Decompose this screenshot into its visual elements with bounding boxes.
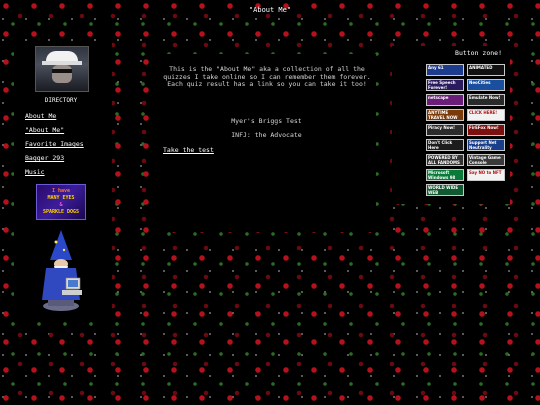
take-test-link[interactable]: Take the test [163, 146, 214, 154]
nav-link-about-me-quoted[interactable]: "About Me" [25, 126, 64, 134]
web-button-1[interactable]: Any 61 [426, 64, 464, 76]
web-button-6[interactable]: Emulate Now! [467, 94, 505, 106]
web-button-10[interactable]: FirEFox Now! [467, 124, 505, 136]
main-content: This is the "About Me" aka a collection … [157, 54, 376, 232]
web-button-15[interactable]: Microsoft Windows 98 [426, 169, 464, 181]
web-button-17[interactable]: WORLD WIDE WEB [426, 184, 464, 196]
wizard-computer-icon [42, 230, 82, 311]
web-button-14[interactable]: Vintage Game Console [467, 154, 505, 166]
badge-line: MANY EYES [47, 195, 75, 201]
page-title: "About Me" [248, 6, 292, 14]
web-button-5[interactable]: netscape [426, 94, 464, 106]
web-button-7[interactable]: ANYTIME TRAVEL NOW [426, 109, 464, 121]
intro-text: This is the "About Me" aka a collection … [163, 65, 371, 89]
nav-link-favorite-images[interactable]: Favorite Images [25, 140, 84, 148]
web-button-2[interactable]: ANIMATED [467, 64, 505, 76]
badge-line: & [59, 202, 63, 208]
test-result: INFJ: the Advocate [231, 131, 302, 139]
nav-link-bagger-293[interactable]: Bagger 293 [25, 154, 64, 162]
button-zone: Button zone! Any 61 ANIMATED Free Speech F… [392, 46, 510, 204]
web-button-11[interactable]: Don't Click Here [426, 139, 464, 151]
nav-link-music[interactable]: Music [25, 168, 45, 176]
web-button-9[interactable]: Piracy Now! [426, 124, 464, 136]
directory-heading: DIRECTORY [44, 97, 78, 104]
sparkle-dogs-badge: I have MANY EYES & SPARKLE DOGS [36, 184, 86, 220]
avatar [35, 46, 89, 92]
nav-link-about-me[interactable]: About Me [25, 112, 56, 120]
button-zone-heading: Button zone! [455, 49, 502, 57]
web-button-16[interactable]: Say NO to NFT [467, 169, 505, 181]
web-button-13[interactable]: POWERED BY ALL FANDOMS [426, 154, 464, 166]
badge-line: I have [51, 188, 71, 194]
test-name: Myer's Briggs Test [231, 117, 302, 125]
web-button-3[interactable]: Free Speech Forever! [426, 79, 464, 91]
web-button-4[interactable]: NeoCities [467, 79, 505, 91]
badge-line: SPARKLE DOGS [42, 209, 80, 215]
sidebar: DIRECTORY About Me "About Me" Favorite I… [14, 42, 112, 319]
web-button-8[interactable]: CLICK HERE! [467, 109, 505, 121]
web-button-12[interactable]: Support Net Neutrality [467, 139, 505, 151]
